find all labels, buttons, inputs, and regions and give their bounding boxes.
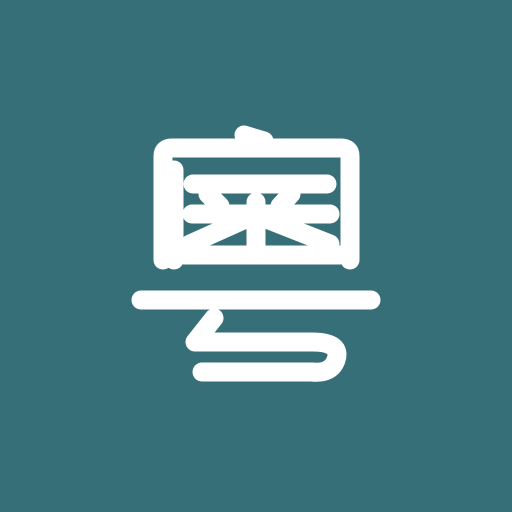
yue-glyph-icon (0, 0, 512, 512)
app-icon (0, 0, 512, 512)
glyph-mi-dot-left (198, 184, 230, 216)
glyph-mi-dot-right (270, 184, 301, 216)
